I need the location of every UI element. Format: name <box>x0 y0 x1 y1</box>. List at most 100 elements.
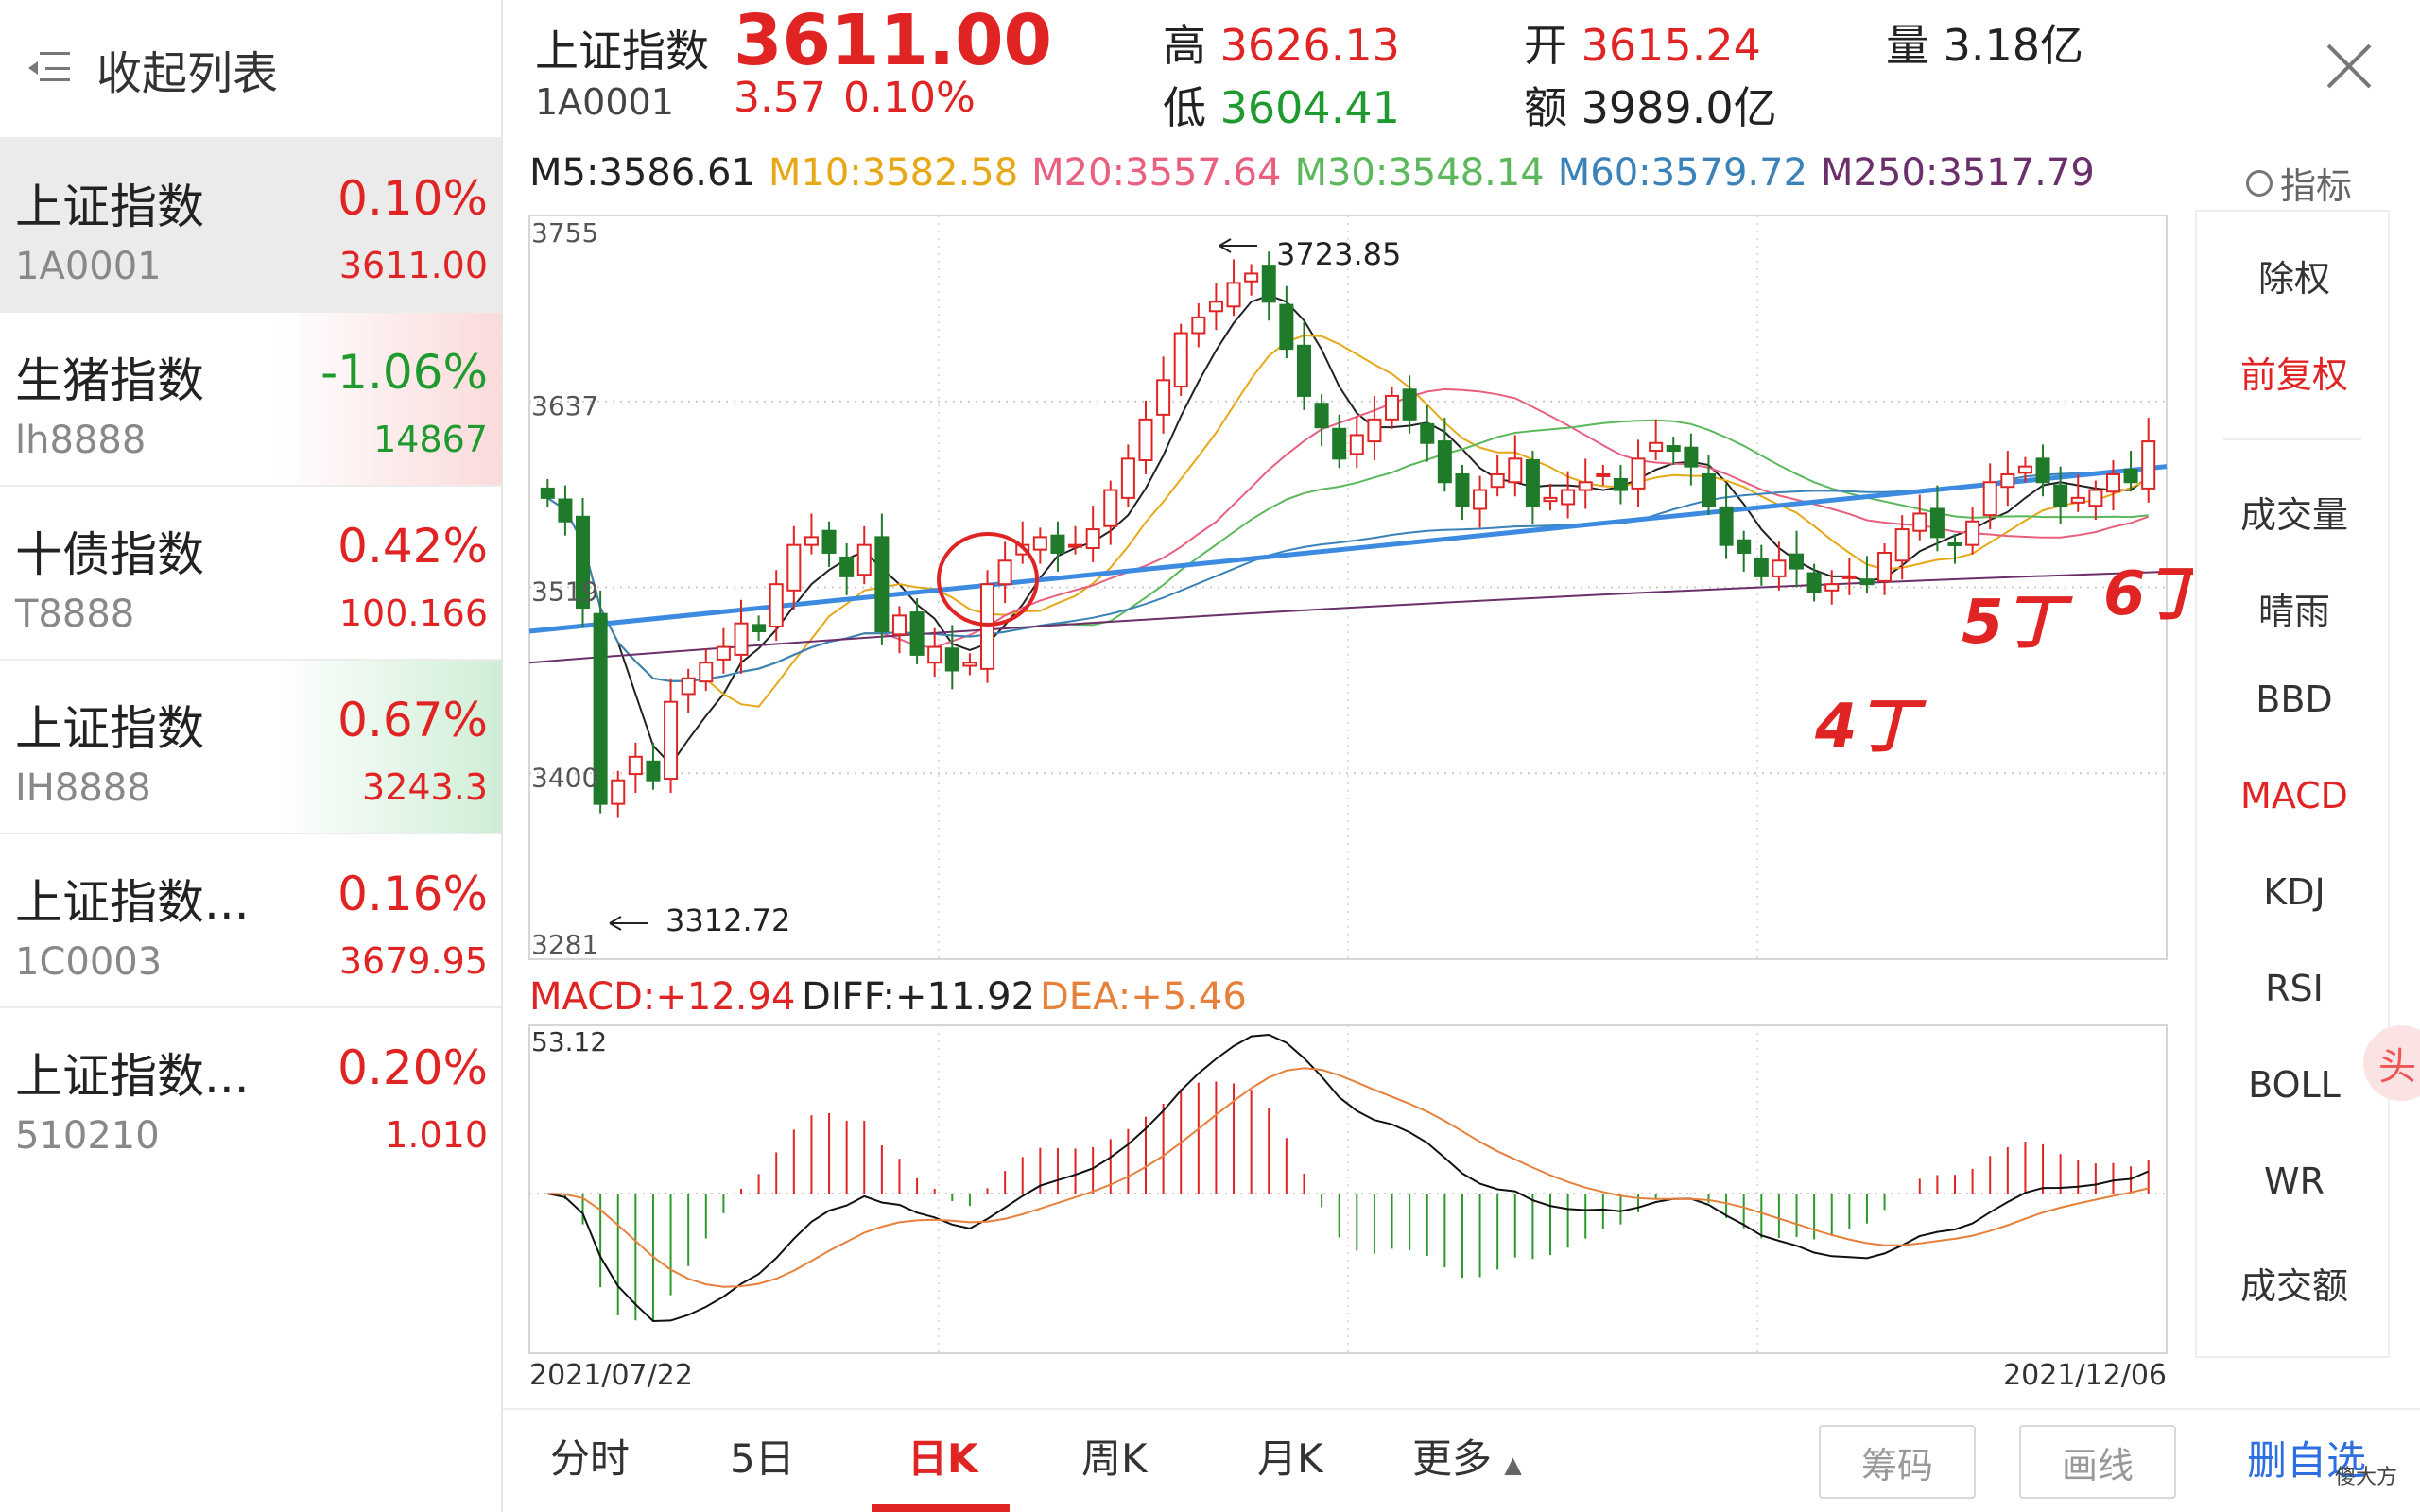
candle-body <box>1613 477 1628 491</box>
candle-body <box>804 536 819 546</box>
indicator-menu-item[interactable]: 成交量 <box>2197 486 2392 538</box>
indicator-menu-item[interactable]: BBD <box>2197 679 2392 720</box>
tab-monthly-k[interactable]: 月K <box>1257 1427 1323 1485</box>
candle-body <box>734 622 749 656</box>
indicator-menu-item[interactable]: RSI <box>2197 968 2392 1009</box>
indicator-label: 指标 <box>2280 165 2353 207</box>
candle-body <box>1367 418 1382 443</box>
candle-body <box>2141 440 2156 490</box>
watermark: 傻大方 <box>2335 1466 2398 1489</box>
candle-body <box>1296 344 1311 397</box>
candle-body <box>1719 506 1734 546</box>
indicator-menu-item[interactable]: BOLL <box>2197 1064 2392 1106</box>
candle-body <box>1806 572 1822 593</box>
candle-body <box>1402 388 1417 421</box>
tab-weekly-k[interactable]: 周K <box>1081 1427 1148 1485</box>
candle-body <box>1332 427 1347 460</box>
candle-body <box>540 487 555 499</box>
candle-body <box>997 559 1012 586</box>
candle-body <box>628 755 643 776</box>
candle-body <box>1085 528 1100 549</box>
candle-body <box>681 677 696 696</box>
kline-chart[interactable]: 3755 3637 3519 3400 3281 2021/07/22 2021/12/06… <box>0 0 2193 1408</box>
candle-body <box>1772 559 1787 577</box>
candle-body <box>1982 481 1997 517</box>
candle-body <box>716 645 731 661</box>
candle-body <box>1543 496 1558 503</box>
tab-5day[interactable]: 5日 <box>730 1427 795 1485</box>
y-axis-label: 3281 <box>531 929 598 960</box>
y-axis-label: 3637 <box>531 390 598 421</box>
indicator-button[interactable]: 指标 <box>2246 157 2352 209</box>
tab-intraday[interactable]: 分时 <box>550 1427 630 1485</box>
min-price-label: 3312.72 <box>666 902 790 938</box>
y-axis-label: 3755 <box>531 217 598 249</box>
triangle-up-icon: ▲ <box>1504 1452 1522 1478</box>
indicator-menu-item[interactable]: 除权 <box>2197 249 2392 301</box>
candle-body <box>1631 457 1646 490</box>
candle-body <box>1156 379 1171 416</box>
draw-line-button[interactable]: 画线 <box>2019 1425 2176 1499</box>
candle-body <box>2017 465 2032 474</box>
candle-body <box>769 583 784 628</box>
handwritten-note: 5丁 <box>1962 588 2074 658</box>
candle-body <box>874 536 890 632</box>
candle-body <box>1912 512 1927 532</box>
min-arrow <box>609 916 648 931</box>
candle-body <box>1649 441 1664 453</box>
chips-button[interactable]: 筹码 <box>1819 1425 1976 1499</box>
macd-legend-item: MACD:+12.94 <box>529 975 795 1019</box>
candle-body <box>839 556 855 577</box>
candle-body <box>1261 265 1276 303</box>
candle-body <box>1596 472 1611 477</box>
y-axis-label: 3519 <box>531 576 598 608</box>
candle-body <box>1244 272 1259 283</box>
candle-body <box>891 614 907 636</box>
candle-body <box>2105 472 2120 493</box>
candle-body <box>786 543 802 592</box>
x-axis-end-label: 2021/12/06 <box>2003 1359 2167 1392</box>
candle-body <box>1578 481 1593 491</box>
candle-body <box>1279 303 1294 351</box>
indicator-menu-divider <box>2223 438 2361 440</box>
candle-body <box>1208 301 1223 313</box>
close-icon[interactable] <box>2325 43 2373 90</box>
candle-body <box>1490 472 1505 489</box>
indicator-menu: 除权前复权成交量晴雨 BBD MACD KDJ RSI BOLL WR 成交额 <box>2195 210 2390 1358</box>
macd-legend-item: DEA:+5.46 <box>1040 975 1247 1019</box>
handwritten-note: 4丁 <box>1814 692 1927 762</box>
candle-body <box>1420 422 1435 444</box>
candle-body <box>1754 558 1769 577</box>
macd-axis-label: 53.12 <box>531 1026 607 1057</box>
candle-body <box>2035 457 2050 484</box>
tab-daily-k[interactable]: 日K <box>908 1427 978 1485</box>
candle-body <box>980 583 995 670</box>
candle-body <box>1138 418 1153 462</box>
indicator-menu-item[interactable]: 成交额 <box>2197 1257 2392 1309</box>
candle-body <box>1701 472 1716 507</box>
macd-panel-frame <box>528 1024 2168 1354</box>
candle-body <box>646 760 661 782</box>
candle-body <box>1877 551 1893 582</box>
indicator-menu-item[interactable]: MACD <box>2197 775 2392 816</box>
gauge-icon <box>2246 169 2273 197</box>
candle-body <box>752 624 767 632</box>
candle-body <box>944 647 959 672</box>
candle-body <box>1314 403 1329 429</box>
candle-body <box>1965 520 1980 546</box>
indicator-menu-item[interactable]: KDJ <box>2197 871 2392 913</box>
indicator-menu-item[interactable]: 晴雨 <box>2197 582 2392 634</box>
candle-body <box>1929 507 1945 539</box>
indicator-menu-item[interactable]: WR <box>2197 1160 2392 1202</box>
candle-body <box>2053 484 2068 507</box>
candle-body <box>1684 446 1699 468</box>
candle-body <box>699 662 714 683</box>
candle-body <box>821 529 837 554</box>
candle-body <box>611 779 626 805</box>
candle-body <box>1173 332 1188 387</box>
candle-body <box>1349 434 1364 455</box>
tab-more[interactable]: 更多 ▲ <box>1412 1427 1522 1485</box>
candle-body <box>2088 489 2103 507</box>
max-price-label: 3723.85 <box>1276 236 1401 272</box>
indicator-menu-item[interactable]: 前复权 <box>2197 346 2392 398</box>
